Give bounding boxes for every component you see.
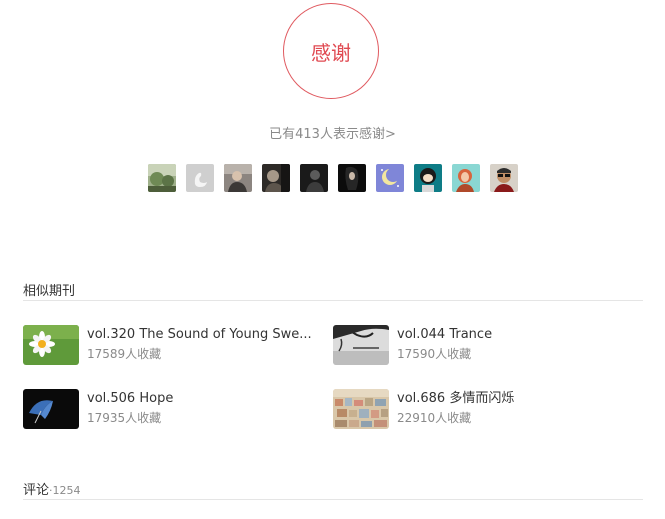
issue-title: vol.506 Hope [87,391,174,406]
similar-issue-item[interactable]: vol.506 Hope 17935人收藏 [23,389,317,429]
issue-favorite-count: 17589人收藏 [87,347,162,361]
comments-count: ·1254 [49,484,81,497]
issue-favorite-count: 17935人收藏 [87,411,162,425]
section-divider [23,300,643,301]
similar-issue-item[interactable]: vol.686 多情而闪烁 22910人收藏 [333,389,627,429]
issue-favorite-count: 22910人收藏 [397,411,472,425]
user-avatar[interactable] [414,164,442,192]
thanks-button-label: 感谢 [311,40,351,65]
issue-title: vol.320 The Sound of Young Swe... [87,327,312,342]
umbrella-thumbnail [23,389,79,429]
similar-issue-item[interactable]: vol.044 Trance 17590人收藏 [333,325,627,365]
thanks-button[interactable]: 感谢 [283,3,379,99]
user-avatar[interactable] [262,164,290,192]
user-avatar[interactable] [186,164,214,192]
issue-title: vol.686 多情而闪烁 [397,391,515,406]
thanks-count-link[interactable]: 已有413人表示感谢> [0,123,665,142]
user-avatar[interactable] [376,164,404,192]
user-avatar[interactable] [452,164,480,192]
user-avatar[interactable] [338,164,366,192]
thanks-avatar-list [148,164,518,192]
section-divider [23,499,643,500]
comments-section-title: 评论·1254 [23,479,81,498]
comments-title-label: 评论 [23,483,50,498]
issue-favorite-count: 17590人收藏 [397,347,472,361]
daisy-thumbnail [23,325,79,365]
user-avatar[interactable] [148,164,176,192]
tree-branch-thumbnail [333,325,389,365]
similar-issue-item[interactable]: vol.320 The Sound of Young Swe... 17589人… [23,325,317,365]
issue-title: vol.044 Trance [397,327,493,342]
user-avatar[interactable] [300,164,328,192]
similar-section-title: 相似期刊 [23,284,76,299]
user-avatar[interactable] [490,164,518,192]
user-avatar[interactable] [224,164,252,192]
town-thumbnail [333,389,389,429]
